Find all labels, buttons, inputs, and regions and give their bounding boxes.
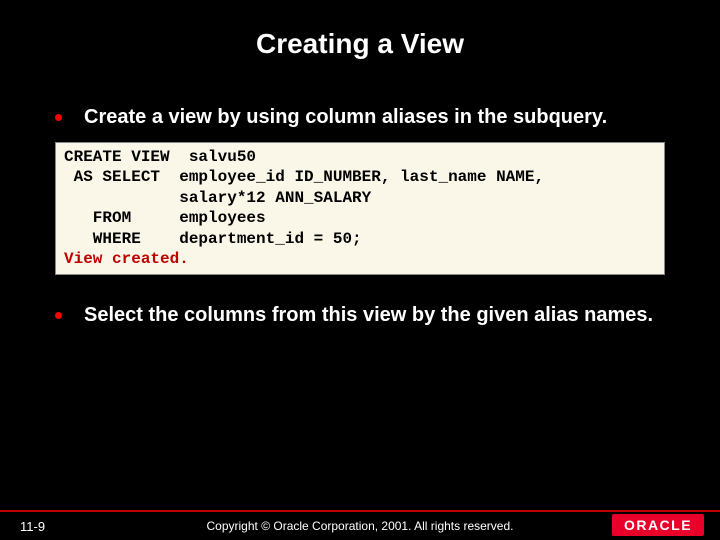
slide-number: 11-9 — [20, 519, 45, 534]
bullet-text: Select the columns from this view by the… — [84, 303, 653, 328]
oracle-logo: ORACLE — [612, 514, 704, 536]
bullet-item: Create a view by using column aliases in… — [55, 105, 665, 130]
logo-text: ORACLE — [624, 517, 692, 533]
code-result: View created. — [64, 250, 189, 268]
code-lines: CREATE VIEW salvu50 AS SELECT employee_i… — [64, 148, 544, 248]
slide: Creating a View Create a view by using c… — [0, 0, 720, 540]
code-block: CREATE VIEW salvu50 AS SELECT employee_i… — [55, 142, 665, 275]
slide-content: Create a view by using column aliases in… — [0, 60, 720, 328]
slide-title: Creating a View — [0, 0, 720, 60]
bullet-dot-icon — [55, 114, 62, 121]
bullet-text: Create a view by using column aliases in… — [84, 105, 607, 130]
bullet-dot-icon — [55, 312, 62, 319]
bullet-item: Select the columns from this view by the… — [55, 303, 665, 328]
footer: 11-9 Copyright © Oracle Corporation, 200… — [0, 510, 720, 540]
